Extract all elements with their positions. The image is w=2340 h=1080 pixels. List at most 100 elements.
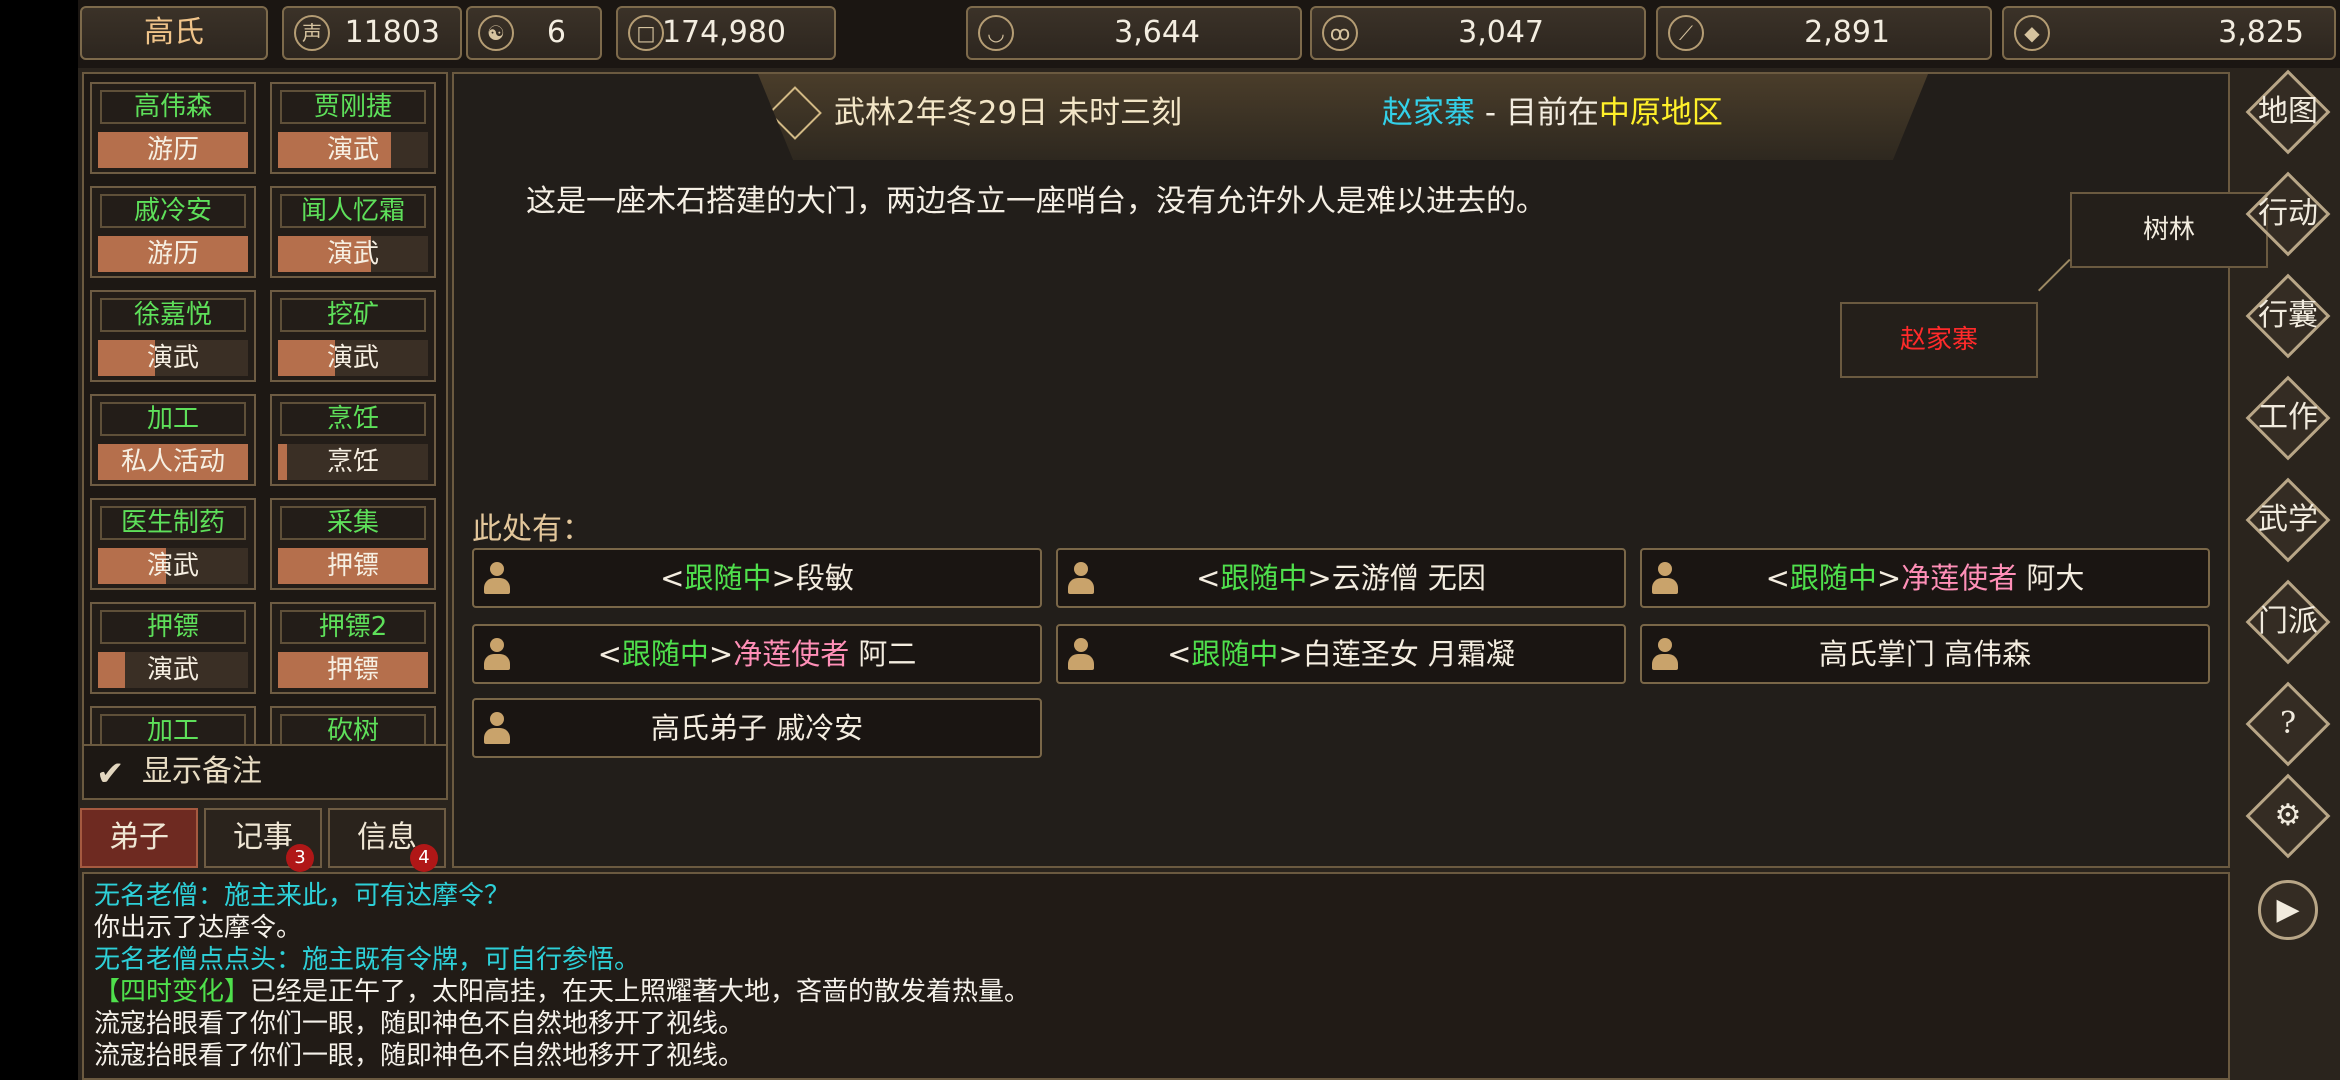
npc-button[interactable]: <跟随中>白莲圣女 月霜凝: [1056, 624, 1626, 684]
message-log[interactable]: 无名老僧：施主来此，可有达摩令？ 你出示了达摩令。 无名老僧点点头：施主既有令牌…: [82, 872, 2230, 1080]
disciple-card[interactable]: 贾刚捷 演武: [270, 82, 436, 174]
location-description: 这是一座木石搭建的大门，两边各立一座哨台，没有允许外人是难以进去的。: [526, 184, 1546, 219]
menu-sect-button[interactable]: 门派: [2245, 579, 2331, 665]
taiji-resource[interactable]: ☯ 6: [466, 6, 602, 60]
map-connector: [2038, 258, 2071, 292]
npc-button[interactable]: <跟随中>净莲使者 阿二: [472, 624, 1042, 684]
notification-badge: 3: [286, 844, 314, 872]
checkmark-icon: ✔: [96, 754, 125, 794]
disciple-name: 押镖: [100, 610, 246, 644]
person-icon: [1068, 562, 1094, 596]
activity-bar: 演武: [98, 548, 248, 584]
here-label: 此处有：: [472, 512, 592, 547]
log-line: 流寇抬眼看了你们一眼，随即神色不自然地移开了视线。: [94, 1009, 745, 1039]
log-line: 流寇抬眼看了你们一眼，随即神色不自然地移开了视线。: [94, 1041, 745, 1071]
disciple-card[interactable]: 加工 私人活动: [90, 394, 256, 486]
activity-label: 游历: [146, 135, 199, 165]
menu-martial-button[interactable]: 武学: [2245, 477, 2331, 563]
disciple-list[interactable]: 高伟森 游历 贾刚捷 演武 戚冷安 游历 闻人忆霜 演武 徐嘉悦 演武 挖矿 演…: [84, 74, 446, 744]
activity-label: 烹饪: [326, 447, 379, 477]
disciple-name: 贾刚捷: [280, 90, 426, 124]
disciple-card[interactable]: 高伟森 游历: [90, 82, 256, 174]
menu-work-button[interactable]: 工作: [2245, 375, 2331, 461]
npc-label: 高氏掌门 高伟森: [1818, 637, 2032, 671]
npc-label: <跟随中>净莲使者 阿大: [1765, 561, 2085, 595]
wood-value: 2,891: [1804, 15, 1890, 50]
help-icon: ?: [2279, 706, 2297, 741]
npc-button[interactable]: <跟随中>云游僧 无因: [1056, 548, 1626, 608]
play-button[interactable]: ▶: [2248, 870, 2328, 950]
martial-icon: 武学: [2258, 502, 2318, 537]
map-node-current[interactable]: 赵家寨: [1840, 302, 2038, 378]
ore-value: 3,825: [2218, 15, 2304, 50]
activity-bar: 演武: [278, 132, 428, 168]
place-name: 赵家寨: [1382, 95, 1475, 131]
bag-icon: 行囊: [2258, 298, 2318, 333]
npc-label: <跟随中>净莲使者 阿二: [597, 637, 917, 671]
disciple-panel: 高伟森 游历 贾刚捷 演武 戚冷安 游历 闻人忆霜 演武 徐嘉悦 演武 挖矿 演…: [82, 72, 448, 800]
npc-label: <跟随中>云游僧 无因: [1196, 561, 1486, 595]
activity-bar: 私人活动: [98, 444, 248, 480]
disciple-card[interactable]: 徐嘉悦 演武: [90, 290, 256, 382]
disciple-card[interactable]: 押镖2 押镖: [270, 602, 436, 694]
disciple-card[interactable]: 采集 押镖: [270, 498, 436, 590]
tab-label: 弟子: [109, 820, 169, 855]
disciple-card[interactable]: 闻人忆霜 演武: [270, 186, 436, 278]
gear-icon: ⚙: [2274, 798, 2302, 833]
menu-bag-button[interactable]: 行囊: [2245, 273, 2331, 359]
disciple-name: 闻人忆霜: [280, 194, 426, 228]
npc-button[interactable]: <跟随中>段敏: [472, 548, 1042, 608]
activity-label: 游历: [146, 239, 199, 269]
location-info: 赵家寨 - 目前在中原地区: [1382, 74, 1723, 152]
side-menu: 地图 行动 行囊 工作 武学 门派 ? ⚙ ▶: [2238, 69, 2338, 1080]
menu-action-button[interactable]: 行动: [2245, 171, 2331, 257]
show-notes-toggle[interactable]: ✔ 显示备注: [84, 744, 446, 798]
npc-button[interactable]: <跟随中>净莲使者 阿大: [1640, 548, 2210, 608]
activity-label: 演武: [326, 239, 379, 269]
log-line: 无名老僧：施主来此，可有达摩令？: [94, 881, 511, 911]
menu-map-button[interactable]: 地图: [2245, 69, 2331, 155]
tab-disciples[interactable]: 弟子: [80, 808, 198, 868]
disciple-name: 加工: [100, 714, 246, 744]
disciple-card[interactable]: 押镖 演武: [90, 602, 256, 694]
taiji-value: 6: [546, 15, 566, 50]
npc-button[interactable]: 高氏掌门 高伟森: [1640, 624, 2210, 684]
ore-resource[interactable]: ◆ 3,825: [2002, 6, 2336, 60]
npc-label: 高氏弟子 戚冷安: [650, 711, 864, 745]
help-button[interactable]: ?: [2245, 681, 2331, 767]
wine-resource[interactable]: ꝏ 3,047: [1310, 6, 1646, 60]
tab-records[interactable]: 记事 3: [204, 808, 322, 872]
reputation-icon: 声: [294, 15, 330, 51]
activity-bar: 游历: [98, 236, 248, 272]
activity-label: 演武: [146, 551, 199, 581]
map-icon: 地图: [2258, 94, 2318, 129]
disciple-card[interactable]: 挖矿 演武: [270, 290, 436, 382]
activity-bar: 烹饪: [278, 444, 428, 480]
npc-button[interactable]: 高氏弟子 戚冷安: [472, 698, 1042, 758]
action-icon: 行动: [2258, 196, 2318, 231]
activity-bar: 演武: [278, 340, 428, 376]
clan-name-box[interactable]: 高氏: [80, 6, 268, 60]
npc-label: <跟随中>白莲圣女 月霜凝: [1167, 637, 1515, 671]
disciple-card[interactable]: 加工: [90, 706, 256, 744]
disciple-card[interactable]: 烹饪 烹饪: [270, 394, 436, 486]
disciple-card[interactable]: 戚冷安 游历: [90, 186, 256, 278]
wood-resource[interactable]: ⟋ 2,891: [1656, 6, 1992, 60]
person-icon: [1652, 638, 1678, 672]
disciple-name: 押镖2: [280, 610, 426, 644]
sect-icon: 门派: [2258, 604, 2318, 639]
food-resource[interactable]: ◡ 3,644: [966, 6, 1302, 60]
reputation-resource[interactable]: 声 11803: [282, 6, 462, 60]
coin-resource[interactable]: □ 174,980: [616, 6, 836, 60]
disciple-name: 徐嘉悦: [100, 298, 246, 332]
game-screen: 高氏 声 11803 ☯ 6 □ 174,980 ◡ 3,644 ꝏ 3,047…: [78, 0, 2340, 1080]
disciple-card[interactable]: 医生制药 演武: [90, 498, 256, 590]
settings-button[interactable]: ⚙: [2245, 773, 2331, 859]
wood-log-icon: ⟋: [1668, 15, 1704, 51]
activity-label: 私人活动: [120, 447, 225, 477]
activity-bar: 演武: [98, 652, 248, 688]
disciple-card[interactable]: 砍树: [270, 706, 436, 744]
activity-label: 演武: [146, 343, 199, 373]
tab-messages[interactable]: 信息 4: [328, 808, 446, 872]
separator: -: [1475, 95, 1506, 131]
